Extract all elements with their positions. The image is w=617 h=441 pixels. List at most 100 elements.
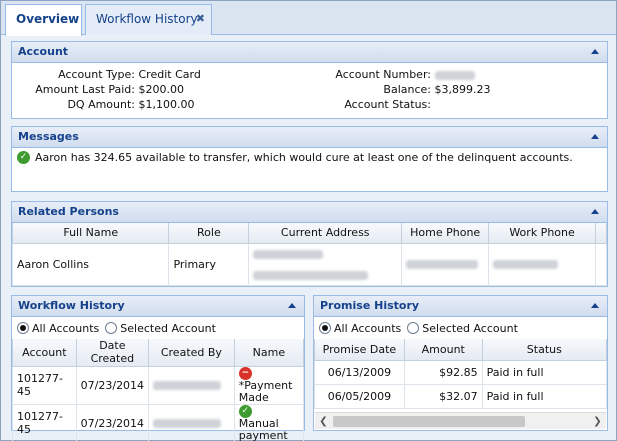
account-status-label: Account Status: (344, 98, 431, 111)
workflow-name-cell: −*Payment Made (233, 365, 305, 405)
account-panel-header[interactable]: Account (12, 42, 607, 63)
workflow-account: 101277-45 (12, 365, 77, 405)
column-header[interactable]: Status (481, 339, 608, 361)
dq-amount-row: DQ Amount: $1,100.00 (12, 97, 194, 112)
column-header[interactable]: Account (12, 339, 77, 367)
tab-strip: Overview Workflow History ✖ (1, 1, 616, 36)
collapse-icon[interactable] (591, 303, 599, 308)
stop-icon: − (238, 366, 252, 380)
column-header[interactable]: Date Created (75, 339, 150, 367)
workflow-date: 07/23/2014 (75, 365, 150, 405)
promise-status: Paid in full (481, 383, 608, 409)
table-row[interactable]: 101277-45 07/23/2014 −*Payment Made (12, 365, 305, 405)
workflow-scope-radios: All Accounts Selected Account (12, 317, 304, 339)
promise-status: Paid in full (481, 359, 608, 385)
workflow-name: Manual payment (238, 416, 288, 441)
radio-selected-account-label[interactable]: Selected Account (422, 322, 518, 335)
column-header[interactable]: Full Name (11, 223, 170, 244)
dq-amount-value: $1,100.00 (138, 98, 195, 111)
account-number-label: Account Number: (335, 68, 431, 81)
account-type-row: Account Type: Credit Card (12, 67, 201, 82)
tab-workflow-history-label: Workflow History (96, 12, 198, 26)
messages-panel-header[interactable]: Messages (12, 127, 607, 148)
column-header[interactable]: Name (233, 339, 305, 367)
table-row[interactable]: 06/13/2009 $92.85 Paid in full (314, 359, 608, 385)
radio-selected-account[interactable] (105, 322, 118, 334)
column-header[interactable]: Amount (403, 339, 483, 361)
message-item: ✓ Aaron has 324.65 available to transfer… (17, 151, 573, 164)
radio-all-accounts[interactable] (319, 322, 331, 334)
last-paid-value: $200.00 (138, 83, 185, 96)
radio-all-accounts-label[interactable]: All Accounts (334, 322, 401, 335)
tab-workflow-history[interactable]: Workflow History ✖ (85, 4, 212, 35)
column-header[interactable]: Created By (148, 339, 235, 367)
related-persons-table: Full Name Role Current Address Home Phon… (11, 223, 608, 286)
radio-all-accounts[interactable] (17, 322, 29, 334)
collapse-icon[interactable] (591, 209, 599, 214)
scrollbar-thumb[interactable] (333, 416, 525, 427)
workflow-created-by-redacted (148, 403, 235, 441)
account-type-value: Credit Card (138, 68, 201, 81)
promise-date: 06/13/2009 (314, 359, 405, 385)
account-status-row: Account Status: (292, 97, 431, 112)
collapse-icon[interactable] (591, 49, 599, 54)
scroll-left-icon[interactable]: ❮ (316, 414, 331, 429)
workflow-history-table: Account Date Created Created By Name 101… (12, 339, 305, 441)
workflow-name: *Payment Made (238, 378, 293, 404)
workflow-history-panel-header[interactable]: Workflow History (12, 296, 304, 317)
promise-date: 06/05/2009 (314, 383, 405, 409)
tab-overview[interactable]: Overview (5, 4, 82, 36)
column-header[interactable]: Home Phone (401, 223, 490, 244)
row-spacer (594, 242, 608, 286)
account-type-label: Account Type: (58, 68, 135, 81)
balance-row: Balance: $3,899.23 (292, 82, 490, 97)
tab-overview-label: Overview (16, 12, 80, 26)
promise-history-panel-header[interactable]: Promise History (314, 296, 607, 317)
promise-amount: $92.85 (403, 359, 483, 385)
message-text: Aaron has 324.65 available to transfer, … (35, 151, 573, 164)
related-persons-panel: Related Persons Full Name Role Current A… (11, 201, 608, 287)
column-header[interactable]: Work Phone (488, 223, 596, 244)
radio-selected-account-label[interactable]: Selected Account (120, 322, 216, 335)
account-panel-title: Account (18, 45, 69, 58)
work-phone-redacted (488, 242, 596, 286)
table-row[interactable]: 06/05/2009 $32.07 Paid in full (314, 383, 608, 409)
promise-history-table: Promise Date Amount Status 06/13/2009 $9… (314, 339, 608, 409)
dq-amount-label: DQ Amount: (67, 98, 135, 111)
workflow-created-by-redacted (148, 365, 235, 405)
promise-scope-radios: All Accounts Selected Account (314, 317, 607, 339)
table-row[interactable]: 101277-45 07/23/2014 ✓Manual payment (12, 403, 305, 441)
promise-amount: $32.07 (403, 383, 483, 409)
related-persons-panel-header[interactable]: Related Persons (12, 202, 607, 223)
account-panel: Account Account Type: Credit Card Amount… (11, 41, 608, 119)
balance-value: $3,899.23 (434, 83, 491, 96)
promise-history-panel-title: Promise History (320, 299, 420, 312)
column-header-spacer (594, 223, 608, 244)
workflow-history-panel-title: Workflow History (18, 299, 125, 312)
column-header[interactable]: Current Address (248, 223, 403, 244)
person-role: Primary (168, 242, 250, 286)
balance-label: Balance: (383, 83, 431, 96)
workflow-date: 07/23/2014 (75, 403, 150, 441)
workflow-name-cell: ✓Manual payment (233, 403, 305, 441)
column-header[interactable]: Role (168, 223, 250, 244)
window-frame: Overview Workflow History ✖ Account Acco… (0, 0, 617, 441)
home-phone-redacted (401, 242, 490, 286)
collapse-icon[interactable] (288, 303, 296, 308)
column-header[interactable]: Promise Date (314, 339, 405, 361)
close-icon[interactable]: ✖ (196, 5, 205, 33)
collapse-icon[interactable] (591, 134, 599, 139)
radio-all-accounts-label[interactable]: All Accounts (32, 322, 99, 335)
horizontal-scrollbar[interactable]: ❮ ❯ (315, 412, 606, 429)
account-number-row: Account Number: (292, 67, 475, 82)
radio-selected-account[interactable] (407, 322, 420, 334)
promise-history-panel: Promise History All Accounts Selected Ac… (313, 295, 608, 431)
messages-panel-title: Messages (18, 130, 79, 143)
scroll-right-icon[interactable]: ❯ (590, 414, 605, 429)
last-paid-row: Amount Last Paid: $200.00 (12, 82, 184, 97)
last-paid-label: Amount Last Paid: (35, 83, 135, 96)
messages-panel: Messages ✓ Aaron has 324.65 available to… (11, 126, 608, 192)
workflow-history-panel: Workflow History All Accounts Selected A… (11, 295, 305, 441)
table-row[interactable]: Aaron Collins Primary (11, 242, 608, 286)
account-number-redacted (434, 70, 475, 80)
